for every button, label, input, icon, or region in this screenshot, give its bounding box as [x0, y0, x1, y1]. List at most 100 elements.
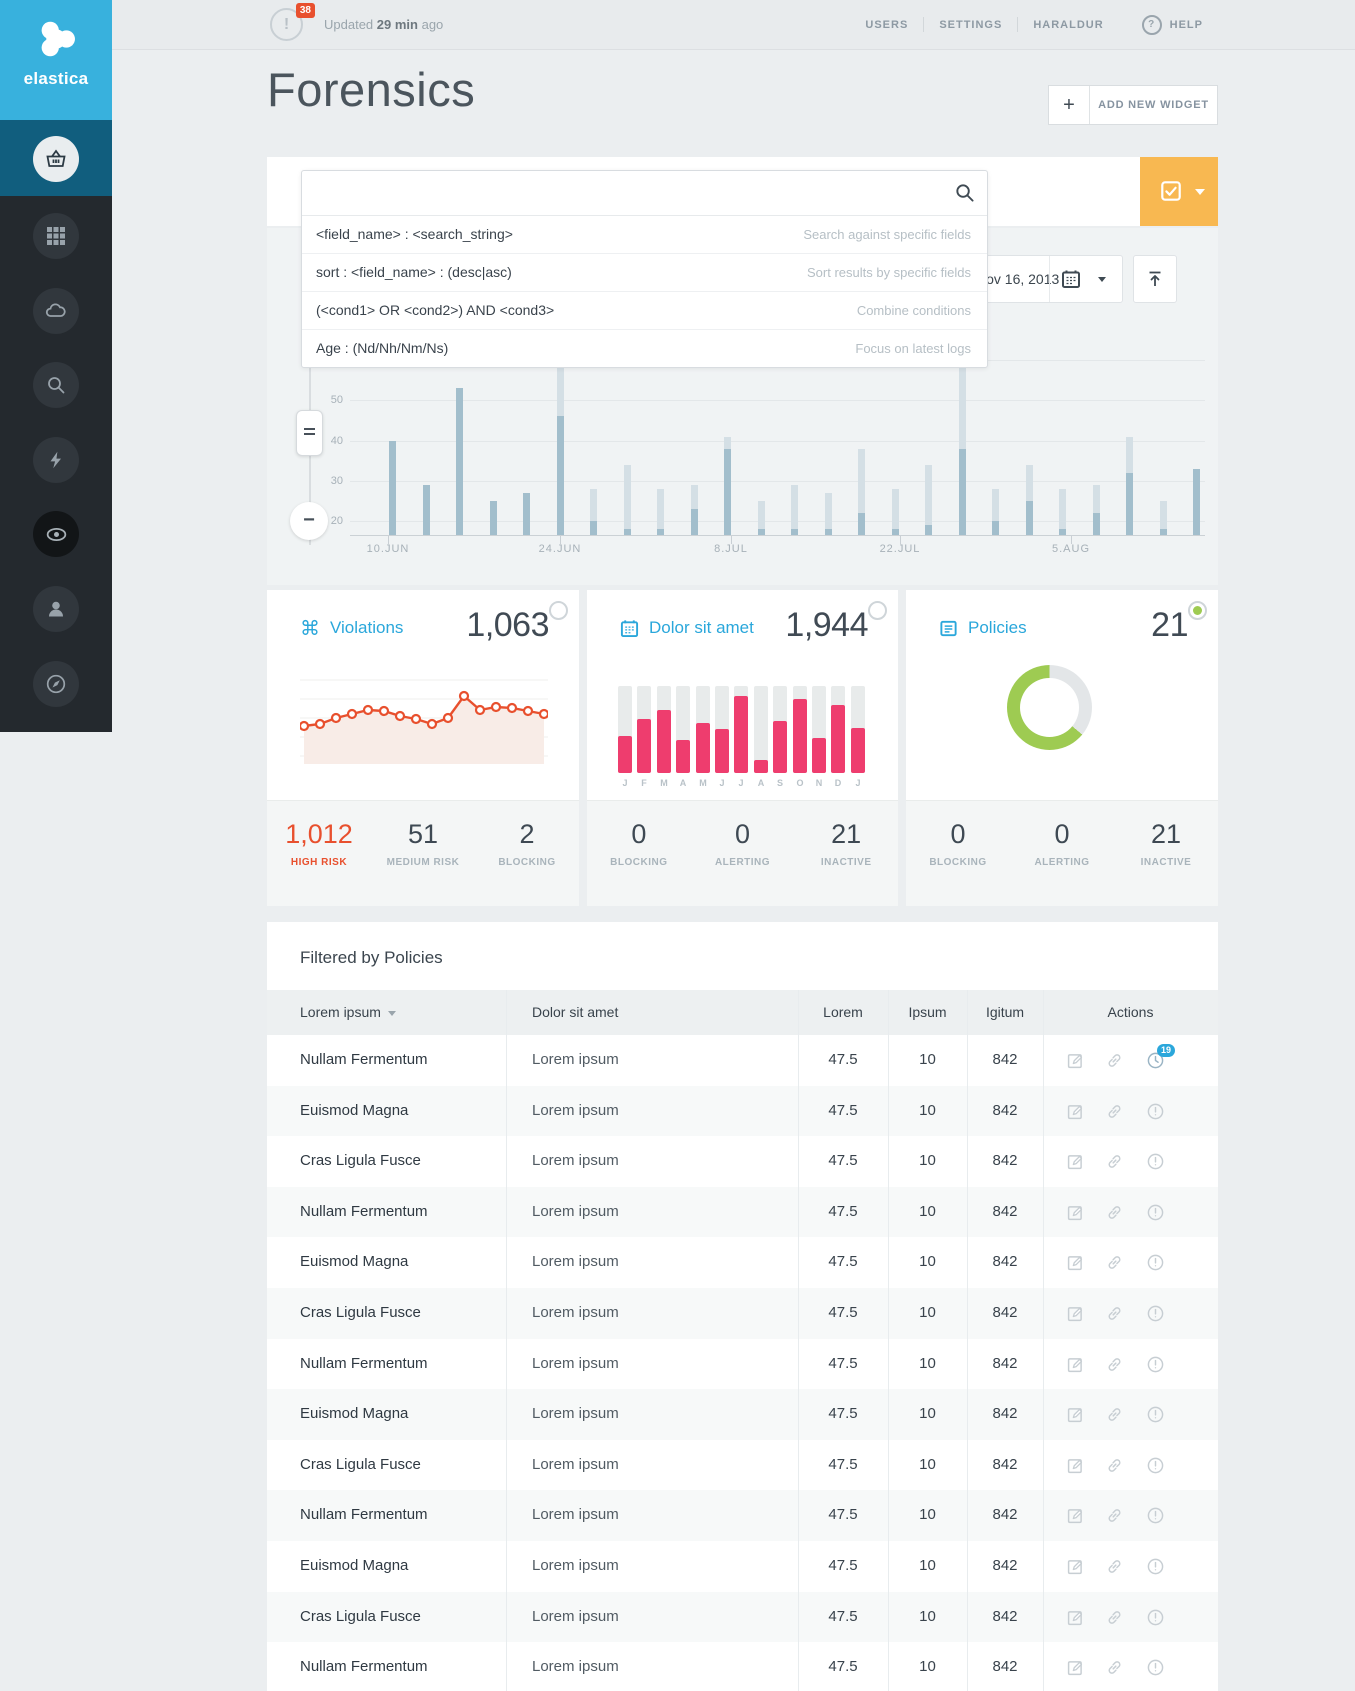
- edit-icon[interactable]: [1066, 1304, 1085, 1323]
- table-row[interactable]: Nullam FermentumLorem ipsum47.510842: [267, 1642, 1218, 1691]
- column-header-sortable[interactable]: Lorem ipsum: [300, 990, 396, 1035]
- alert-icon[interactable]: [1146, 1557, 1165, 1576]
- table-row[interactable]: Euismod MagnaLorem ipsum47.510842: [267, 1086, 1218, 1137]
- sidebar-item-activity[interactable]: [0, 421, 112, 497]
- widget-dolor-title[interactable]: Dolor sit amet: [620, 618, 754, 638]
- alert-icon[interactable]: [1146, 1506, 1165, 1525]
- alert-icon[interactable]: [1146, 1658, 1165, 1677]
- alert-icon[interactable]: [1146, 1203, 1165, 1222]
- bar-value: [773, 721, 787, 773]
- search-suggestion[interactable]: sort : <field_name> : (desc|asc)Sort res…: [302, 253, 987, 291]
- link-icon[interactable]: [1105, 1405, 1124, 1424]
- menu-separator: [1017, 17, 1018, 32]
- edit-icon[interactable]: [1066, 1405, 1085, 1424]
- edit-icon[interactable]: [1066, 1253, 1085, 1272]
- table-row[interactable]: Nullam FermentumLorem ipsum47.51084219: [267, 1035, 1218, 1086]
- alert-icon[interactable]: [1146, 1304, 1165, 1323]
- edit-icon[interactable]: [1066, 1658, 1085, 1677]
- table-row[interactable]: Euismod MagnaLorem ipsum47.510842: [267, 1389, 1218, 1440]
- row-description: Lorem ipsum: [532, 1592, 619, 1643]
- table-row[interactable]: Nullam FermentumLorem ipsum47.510842: [267, 1490, 1218, 1541]
- month-label: J: [734, 778, 748, 788]
- edit-icon[interactable]: [1066, 1152, 1085, 1171]
- add-new-widget-button[interactable]: + ADD NEW WIDGET: [1048, 85, 1218, 125]
- edit-icon[interactable]: [1066, 1102, 1085, 1121]
- edit-icon[interactable]: [1066, 1456, 1085, 1475]
- table-row[interactable]: Cras Ligula FusceLorem ipsum47.510842: [267, 1592, 1218, 1643]
- history-icon[interactable]: 19: [1146, 1051, 1165, 1070]
- link-icon[interactable]: [1105, 1102, 1124, 1121]
- zoom-out-button[interactable]: −: [290, 502, 328, 540]
- link-icon[interactable]: [1105, 1051, 1124, 1070]
- search-input[interactable]: [314, 177, 938, 209]
- link-icon[interactable]: [1105, 1658, 1124, 1677]
- widget-radio-selected[interactable]: [1188, 601, 1207, 620]
- logo-blob-icon: [33, 16, 79, 62]
- widget-violations-title[interactable]: ⌘ Violations: [300, 618, 403, 638]
- elastica-logo[interactable]: elastica: [0, 0, 112, 120]
- alert-icon[interactable]: [1146, 1253, 1165, 1272]
- edit-icon[interactable]: [1066, 1608, 1085, 1627]
- table-row[interactable]: Euismod MagnaLorem ipsum47.510842: [267, 1237, 1218, 1288]
- table-row[interactable]: Cras Ligula FusceLorem ipsum47.510842: [267, 1440, 1218, 1491]
- sidebar-item-store[interactable]: [0, 120, 112, 196]
- alert-icon[interactable]: [1146, 1102, 1165, 1121]
- link-icon[interactable]: [1105, 1355, 1124, 1374]
- alert-icon[interactable]: [1146, 1152, 1165, 1171]
- search-icon[interactable]: [954, 182, 975, 208]
- table-row[interactable]: Nullam FermentumLorem ipsum47.510842: [267, 1339, 1218, 1390]
- alert-icon[interactable]: [1146, 1355, 1165, 1374]
- widget-radio[interactable]: [549, 601, 568, 620]
- sidebar-item-users[interactable]: [0, 570, 112, 646]
- edit-icon[interactable]: [1066, 1203, 1085, 1222]
- row-value-lorem: 47.5: [798, 1136, 888, 1187]
- link-icon[interactable]: [1105, 1253, 1124, 1272]
- sidebar-item-apps[interactable]: [0, 197, 112, 273]
- link-icon[interactable]: [1105, 1456, 1124, 1475]
- alert-icon[interactable]: [1146, 1456, 1165, 1475]
- link-icon[interactable]: [1105, 1304, 1124, 1323]
- stat: 0BLOCKING: [587, 801, 691, 906]
- sidebar-item-forensics-active[interactable]: [0, 495, 112, 571]
- link-icon[interactable]: [1105, 1608, 1124, 1627]
- edit-icon[interactable]: [1066, 1557, 1085, 1576]
- row-description: Lorem ipsum: [532, 1237, 619, 1288]
- table-row[interactable]: Cras Ligula FusceLorem ipsum47.510842: [267, 1136, 1218, 1187]
- apply-filter-button[interactable]: [1140, 157, 1218, 226]
- alert-icon[interactable]: [1146, 1608, 1165, 1627]
- row-value-lorem: 47.5: [798, 1541, 888, 1592]
- row-name: Euismod Magna: [300, 1541, 408, 1592]
- widget-radio[interactable]: [868, 601, 887, 620]
- row-name: Nullam Fermentum: [300, 1490, 428, 1541]
- month-label: J: [618, 778, 632, 788]
- chart-bar: [724, 449, 731, 535]
- menu-item-haraldur[interactable]: HARALDUR: [1033, 19, 1103, 31]
- link-icon[interactable]: [1105, 1506, 1124, 1525]
- table-row[interactable]: Cras Ligula FusceLorem ipsum47.510842: [267, 1288, 1218, 1339]
- table-body: Nullam FermentumLorem ipsum47.51084219Eu…: [267, 1035, 1218, 1691]
- edit-icon[interactable]: [1066, 1051, 1085, 1070]
- sidebar-item-explore[interactable]: [0, 645, 112, 721]
- edit-icon[interactable]: [1066, 1506, 1085, 1525]
- search-suggestion[interactable]: <field_name> : <search_string>Search aga…: [302, 216, 987, 253]
- link-icon[interactable]: [1105, 1203, 1124, 1222]
- menu-item-settings[interactable]: SETTINGS: [939, 19, 1002, 31]
- edit-icon[interactable]: [1066, 1355, 1085, 1374]
- search-suggestion[interactable]: (<cond1> OR <cond2>) AND <cond3>Combine …: [302, 291, 987, 329]
- notifications-button[interactable]: ! 38: [270, 8, 303, 41]
- sidebar-item-cloud[interactable]: [0, 272, 112, 348]
- menu-item-users[interactable]: USERS: [865, 19, 908, 31]
- collapse-top-button[interactable]: [1133, 255, 1177, 303]
- table-row[interactable]: Nullam FermentumLorem ipsum47.510842: [267, 1187, 1218, 1238]
- zoom-slider-handle[interactable]: [296, 410, 323, 456]
- table-row[interactable]: Euismod MagnaLorem ipsum47.510842: [267, 1541, 1218, 1592]
- help-button[interactable]: ? HELP: [1142, 15, 1203, 35]
- alert-icon[interactable]: [1146, 1405, 1165, 1424]
- link-icon[interactable]: [1105, 1152, 1124, 1171]
- row-description: Lorem ipsum: [532, 1288, 619, 1339]
- link-icon[interactable]: [1105, 1557, 1124, 1576]
- search-suggestion[interactable]: Age : (Nd/Nh/Nm/Ns)Focus on latest logs: [302, 329, 987, 367]
- sidebar-item-search[interactable]: [0, 346, 112, 422]
- widget-policies-title[interactable]: Policies: [939, 618, 1027, 638]
- violations-stats: 1,012HIGH RISK51MEDIUM RISK2BLOCKING: [267, 800, 579, 906]
